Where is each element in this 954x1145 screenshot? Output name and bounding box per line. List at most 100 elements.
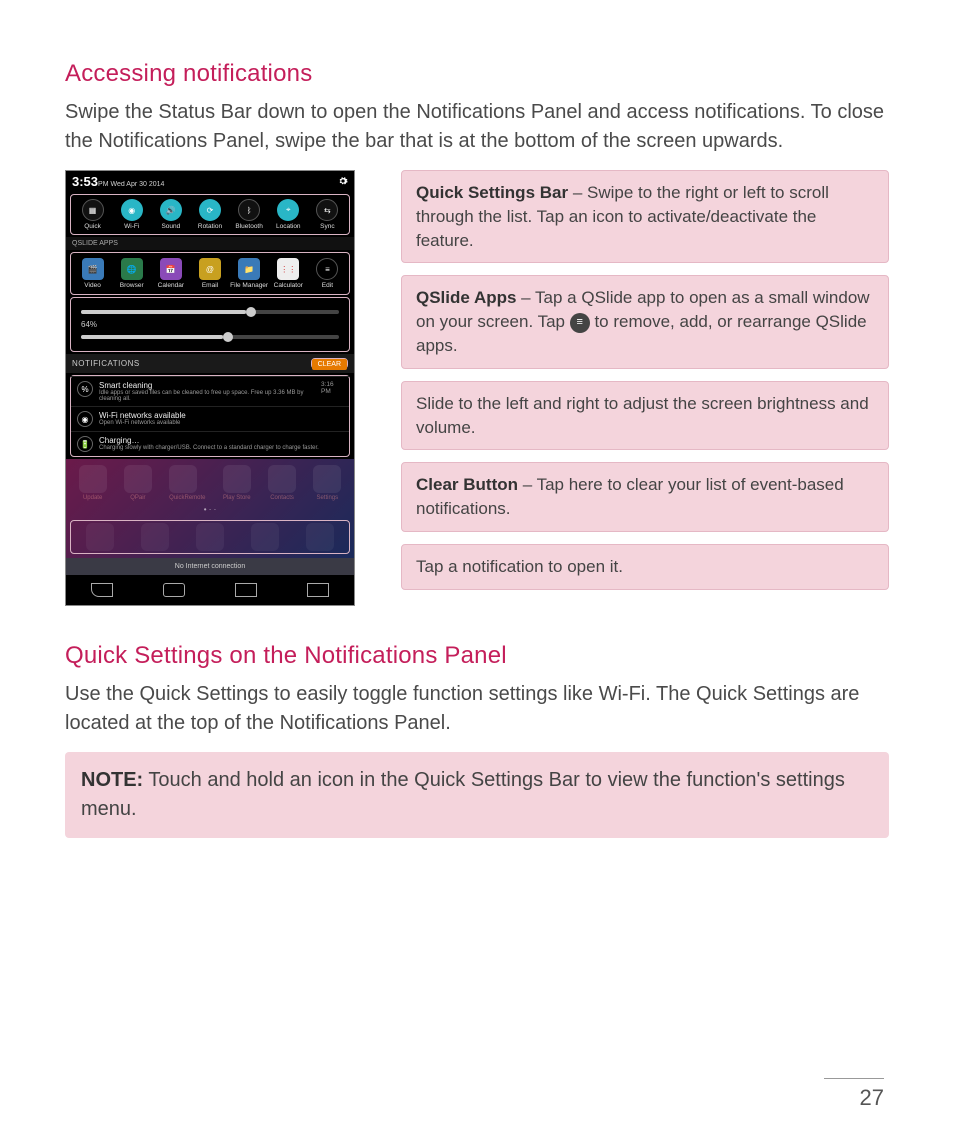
qslide-item: 🌐Browser bbox=[114, 258, 150, 289]
phone-qslide-label: QSLIDE APPS bbox=[66, 237, 354, 250]
notif-sub: Charging slowly with charger/USB. Connec… bbox=[99, 445, 319, 451]
charging-icon: 🔋 bbox=[77, 436, 93, 452]
phone-time-value: 3:53 bbox=[72, 174, 98, 189]
phone-screenshot: 3:53PM Wed Apr 30 2014 ▦Quick ◉Wi-Fi 🔊So… bbox=[65, 170, 355, 606]
wifi-icon: ◉ bbox=[77, 411, 93, 427]
note-box: NOTE: Touch and hold an icon in the Quic… bbox=[65, 752, 889, 838]
qslide-toggle-icon: ▦ bbox=[82, 199, 104, 221]
qs-label: Sync bbox=[320, 223, 334, 230]
qs-item: ⇆ Sync bbox=[309, 199, 345, 230]
calculator-icon: ⋮⋮ bbox=[277, 258, 299, 280]
qslide-label: Edit bbox=[322, 282, 333, 289]
qs-item: ᛒ Bluetooth bbox=[231, 199, 267, 230]
gear-icon bbox=[338, 176, 348, 188]
phone-qslide-highlight: 🎬 Video 🌐Browser 📅 Calendar @Email 📁 File M… bbox=[70, 252, 350, 295]
callout-tap-notification: Tap a notification to open it. bbox=[401, 544, 889, 590]
file-manager-icon: 📁 bbox=[238, 258, 260, 280]
callout-bold: Clear Button bbox=[416, 475, 518, 494]
callout-brightness-volume: Slide to the left and right to adjust th… bbox=[401, 381, 889, 451]
qs-label: Quick bbox=[84, 223, 101, 230]
browser-icon: 🌐 bbox=[121, 258, 143, 280]
dock-icon bbox=[141, 523, 169, 551]
phone-weather-widget: No Internet connection bbox=[66, 558, 354, 575]
qslide-label: Video bbox=[84, 282, 101, 289]
back-icon bbox=[91, 583, 113, 597]
qs-label: Bluetooth bbox=[235, 223, 262, 230]
update-icon bbox=[79, 465, 107, 493]
quickremote-icon bbox=[169, 465, 197, 493]
callout-bold: Quick Settings Bar bbox=[416, 183, 568, 202]
body-accessing-notifications: Swipe the Status Bar down to open the No… bbox=[65, 98, 889, 156]
qslide-label: Calculator bbox=[274, 282, 303, 289]
volume-slider bbox=[81, 335, 339, 339]
bluetooth-icon: ᛒ bbox=[238, 199, 260, 221]
notif-item: % Smart cleaning Idle apps or saved file… bbox=[71, 376, 349, 406]
phone-quick-settings-highlight: ▦ Quick ◉Wi-Fi 🔊Sound ⟳ Rotation ᛒ Bluetoot… bbox=[70, 194, 350, 235]
phone-time-suffix: PM Wed Apr 30 2014 bbox=[98, 181, 164, 188]
qs-label: Location bbox=[276, 223, 301, 230]
qs-item: 🔊Sound bbox=[153, 199, 189, 230]
sync-icon: ⇆ bbox=[316, 199, 338, 221]
qslide-label: File Manager bbox=[230, 282, 268, 289]
qslide-item: @Email bbox=[192, 258, 228, 289]
notif-text: Wi-Fi networks available Open Wi-Fi netw… bbox=[99, 411, 186, 426]
callout-clear-button: Clear Button – Tap here to clear your li… bbox=[401, 462, 889, 532]
qslide-label: Calendar bbox=[158, 282, 184, 289]
callout-qslide-apps: QSlide Apps – Tap a QSlide app to open a… bbox=[401, 275, 889, 368]
notif-item: 🔋 Charging… Charging slowly with charger… bbox=[71, 431, 349, 456]
callout-quick-settings-bar: Quick Settings Bar – Swipe to the right … bbox=[401, 170, 889, 263]
email-icon: @ bbox=[199, 258, 221, 280]
phone-notif-header-label: NOTIFICATIONS bbox=[72, 359, 140, 368]
home-icon bbox=[163, 583, 185, 597]
qs-item: ▦ Quick bbox=[75, 199, 111, 230]
qslide-item: 📅 Calendar bbox=[153, 258, 189, 289]
qs-item: ⌖ Location bbox=[270, 199, 306, 230]
notif-item: ◉ Wi-Fi networks available Open Wi-Fi ne… bbox=[71, 406, 349, 431]
qs-label: Wi-Fi bbox=[124, 223, 139, 230]
qslide-item: ≡ Edit bbox=[309, 258, 345, 289]
note-body: Touch and hold an icon in the Quick Sett… bbox=[81, 769, 845, 820]
page-number: 27 bbox=[824, 1078, 884, 1111]
notif-title: Wi-Fi networks available bbox=[99, 411, 186, 420]
playstore-icon bbox=[223, 465, 251, 493]
home-item: Play Store bbox=[223, 465, 251, 501]
qs-item: ◉Wi-Fi bbox=[114, 199, 150, 230]
clear-button: CLEAR bbox=[312, 359, 347, 370]
rotation-icon: ⟳ bbox=[199, 199, 221, 221]
brightness-pct: 64% bbox=[81, 320, 339, 329]
dock-icon bbox=[196, 523, 224, 551]
qslide-item: 📁 File Manager bbox=[231, 258, 267, 289]
calendar-icon: 📅 bbox=[160, 258, 182, 280]
notif-text: Smart cleaning Idle apps or saved files … bbox=[99, 381, 315, 402]
home-item: QuickRemote bbox=[169, 465, 205, 501]
edit-menu-icon: ≡ bbox=[570, 313, 590, 333]
qslide-item: ⋮⋮ Calculator bbox=[270, 258, 306, 289]
phone-home-row: Update QPair QuickRemote Play Store Cont… bbox=[70, 465, 350, 501]
callouts-column: Quick Settings Bar – Swipe to the right … bbox=[401, 170, 889, 590]
sound-icon: 🔊 bbox=[160, 199, 182, 221]
edit-icon: ≡ bbox=[316, 258, 338, 280]
menu-icon bbox=[307, 583, 329, 597]
phone-quick-settings-row: ▦ Quick ◉Wi-Fi 🔊Sound ⟳ Rotation ᛒ Bluetoot… bbox=[73, 197, 347, 232]
notif-sub: Idle apps or saved files can be cleaned … bbox=[99, 390, 315, 402]
phone-dock-highlight bbox=[70, 520, 350, 554]
page-dots: • · · bbox=[70, 501, 350, 518]
dock-icon bbox=[251, 523, 279, 551]
qpair-icon bbox=[124, 465, 152, 493]
note-label: NOTE: bbox=[81, 769, 143, 791]
qslide-item: 🎬 Video bbox=[75, 258, 111, 289]
phone-notif-list-highlight: % Smart cleaning Idle apps or saved file… bbox=[70, 375, 350, 457]
home-item: Contacts bbox=[268, 465, 296, 501]
video-icon: 🎬 bbox=[82, 258, 104, 280]
location-icon: ⌖ bbox=[277, 199, 299, 221]
home-item: Settings bbox=[313, 465, 341, 501]
heading-quick-settings-panel: Quick Settings on the Notifications Pane… bbox=[65, 642, 889, 670]
phone-home-bg: Update QPair QuickRemote Play Store Cont… bbox=[66, 459, 354, 558]
dock-icon bbox=[306, 523, 334, 551]
notif-title: Smart cleaning bbox=[99, 381, 315, 390]
phone-notif-header: NOTIFICATIONS CLEAR bbox=[66, 354, 354, 373]
contacts-icon bbox=[268, 465, 296, 493]
callout-bold: QSlide Apps bbox=[416, 288, 516, 307]
qs-label: Rotation bbox=[198, 223, 222, 230]
cleaning-icon: % bbox=[77, 381, 93, 397]
